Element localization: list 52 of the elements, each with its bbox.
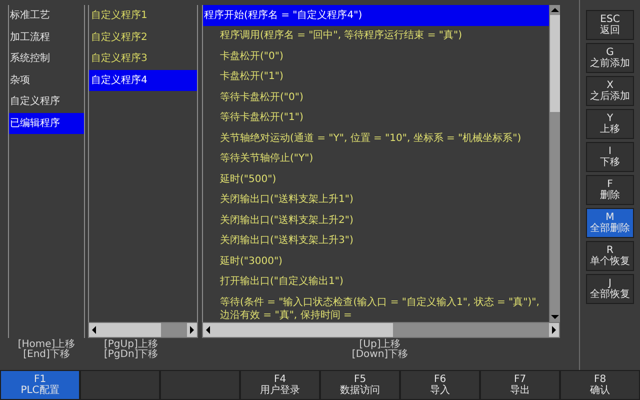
category-item[interactable]: 杂项 [9,70,84,91]
program-item[interactable]: 自定义程序1 [89,5,197,26]
function-key[interactable]: F6 导入 [400,370,480,400]
side-button[interactable]: I 下移 [586,142,634,172]
key-hint: [Home]上移 [18,340,76,350]
up-arrow-icon[interactable] [550,5,560,15]
code-line[interactable]: 等待(条件 = "输入口状态检查(输入口 = "自定义输入1", 状态 = "真")", 边沿有效 = "真", 保持时间 = [203,292,549,322]
right-arrow-icon[interactable] [187,323,197,337]
code-line[interactable]: 关闭输出口("送料支架上升3") [203,230,549,251]
down-arrow-icon[interactable] [550,312,560,322]
key-hint: [PgUp]上移 [104,340,159,350]
code-line[interactable]: 等待关节轴停止("Y") [203,148,549,169]
function-key[interactable]: F1 PLC配置 [0,370,80,400]
code-line[interactable]: 打开输出口("自定义输出1") [203,272,549,292]
side-button[interactable]: G 之前添加 [586,43,634,73]
right-arrow-icon[interactable] [549,323,559,337]
code-line[interactable]: 延时("3000") [203,251,549,272]
category-item[interactable]: 标准工艺 [9,5,84,26]
horizontal-scrollbar[interactable] [202,322,560,338]
function-key[interactable]: F8 确认 [560,370,640,400]
code-line[interactable]: 关闭输出口("送料支架上升1") [203,190,549,210]
vertical-scrollbar[interactable] [549,5,560,322]
side-button[interactable]: F 删除 [586,175,634,205]
horizontal-scrollbar[interactable] [88,322,198,338]
program-item[interactable]: 自定义程序4 [89,70,197,91]
code-line[interactable]: 等待卡盘松开("0") [203,87,549,108]
function-key[interactable]: F7 导出 [480,370,560,400]
side-button[interactable]: M 全部删除 [586,208,634,238]
side-button[interactable]: R 单个恢复 [586,241,634,271]
program-item[interactable]: 自定义程序3 [89,48,197,70]
function-key[interactable]: F4 用户登录 [240,370,320,400]
key-hint: [End]下移 [23,350,70,360]
category-item[interactable]: 已编辑程序 [9,112,84,134]
code-line[interactable]: 关节轴绝对运动(通道 = "Y", 位置 = "10", 坐标系 = "机械坐标系") [203,128,549,148]
function-key[interactable]: F5 数据访问 [320,370,400,400]
code-line[interactable]: 卡盘松开("1") [203,66,549,87]
category-item[interactable]: 系统控制 [9,48,84,70]
category-item[interactable]: 加工流程 [9,26,84,48]
key-hint: [Up]上移 [359,340,401,350]
key-hint: [PgDn]下移 [104,350,160,360]
code-line[interactable]: 卡盘松开("0") [203,46,549,66]
code-line[interactable]: 程序调用(程序名 = "回中", 等待程序运行结束 = "真") [203,26,549,46]
code-line[interactable]: 关闭输出口("送料支架上升2") [203,210,549,230]
side-button[interactable]: ESC 返回 [586,10,634,40]
side-button[interactable]: J 全部恢复 [586,274,634,304]
code-line[interactable]: 等待卡盘松开("1") [203,108,549,128]
key-hint: [Down]下移 [352,350,408,360]
side-button[interactable]: Y 上移 [586,109,634,139]
category-item[interactable]: 自定义程序 [9,91,84,112]
code-line[interactable]: 延时("500") [203,169,549,190]
side-button[interactable]: X 之后添加 [586,76,634,106]
program-item[interactable]: 自定义程序2 [89,26,197,48]
